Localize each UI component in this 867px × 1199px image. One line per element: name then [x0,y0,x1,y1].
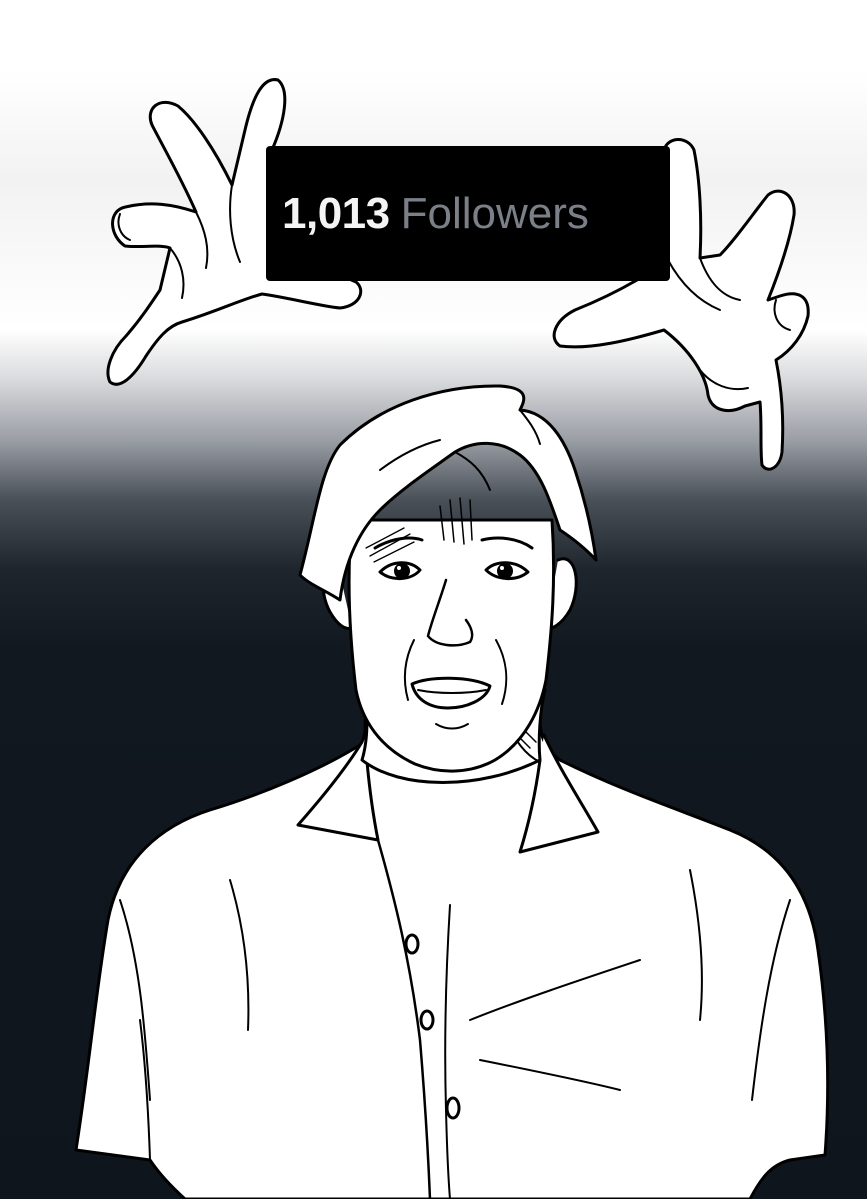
followers-count: 1,013 [282,188,390,238]
shirt-button [419,1009,435,1031]
shirt-button [445,1096,461,1120]
shirt-button [404,933,420,955]
followers-label: Followers [400,188,589,238]
illustration-scene: 1,013 Followers [0,0,867,1199]
face-illustration [347,497,556,773]
followers-count-badge: 1,013 Followers [266,146,670,281]
shirt-illustration [74,718,830,1199]
